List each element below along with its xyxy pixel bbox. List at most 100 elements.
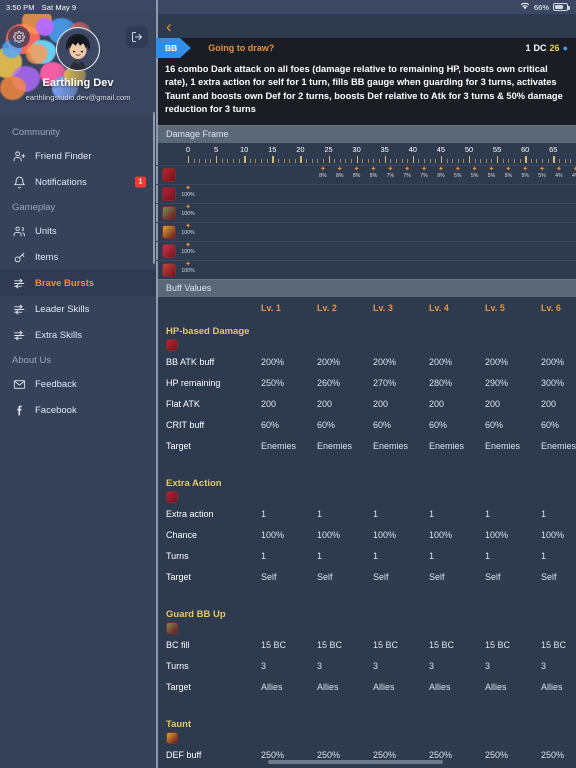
hit-percent: 7%: [420, 172, 428, 179]
damage-hit: ✦ 7%: [420, 166, 428, 180]
buff-row-value: 1: [373, 550, 379, 561]
hit-percent: 8%: [369, 172, 378, 179]
buff-row-value: 100%: [373, 529, 397, 540]
top-toolbar: ‹: [156, 14, 576, 38]
buff-row-value: 3: [485, 660, 491, 671]
ruler-label: 0: [185, 144, 191, 154]
sidebar-item-feedback[interactable]: Feedback: [0, 371, 156, 397]
chevron-left-icon[interactable]: ‹: [166, 18, 172, 35]
buff-row: Turns 3 3 3 3 3 3: [156, 657, 576, 678]
buff-row-value: Self: [541, 571, 557, 582]
droplet-icon: ●: [562, 43, 568, 53]
extra-action-icon: [166, 490, 178, 503]
damage-hit: ✦ 8%: [319, 166, 327, 180]
main-content: 66% ‹ BB Going to draw? 1 DC 26 ● 16 com…: [156, 0, 576, 768]
sidebar-item-brave-bursts[interactable]: Brave Bursts: [0, 270, 156, 296]
buff-row-value: 1: [541, 550, 547, 561]
buff-row-value: 100%: [485, 529, 509, 540]
sidebar-item-units[interactable]: Units: [0, 218, 156, 244]
buff-row-value: Self: [373, 571, 389, 582]
ruler-label: 25: [324, 144, 333, 154]
hit-percent: 5%: [487, 172, 496, 179]
sidebar-item-leader-skills[interactable]: Leader Skills: [0, 296, 156, 322]
hit-percent: 5%: [470, 172, 479, 179]
sidebar-section-title: Gameplay: [12, 202, 56, 213]
envelope-icon: [12, 377, 26, 391]
horizontal-scrollbar[interactable]: [268, 760, 443, 764]
buff-row-value: 250%: [541, 749, 565, 760]
buff-row-label: Chance: [166, 529, 198, 540]
sidebar-item-facebook[interactable]: Facebook: [0, 397, 156, 423]
hit-percent: 9%: [437, 172, 445, 179]
buff-row-value: Enemies: [541, 440, 576, 451]
buff-row-value: 250%: [429, 749, 453, 760]
buff-row-value: Self: [429, 571, 445, 582]
buff-row-value: 270%: [373, 377, 397, 388]
sidebar-item-notifications[interactable]: Notifications 1: [0, 169, 156, 195]
sidebar-scrollbar[interactable]: [152, 112, 155, 264]
hit-percent: 100%: [181, 267, 195, 274]
hit-percent: 8%: [319, 172, 327, 179]
buff-group-title: Guard BB Up: [166, 608, 226, 620]
buff-row-value: 300%: [541, 377, 565, 388]
ruler-label: 20: [296, 144, 305, 154]
buff-row-value: 200%: [373, 356, 397, 367]
battery-icon: [553, 3, 570, 11]
app-root: 3:50 PM Sat May 9 Earthling Dev earthlin…: [0, 0, 576, 768]
damage-hit: ✦ 5%: [538, 166, 546, 180]
buff-row-value: 200: [485, 398, 501, 409]
gear-icon[interactable]: [8, 26, 30, 48]
buff-row-value: 15 BC: [429, 639, 455, 650]
damage-hit: ✦ 5%: [505, 166, 513, 180]
burst-icon: [12, 276, 26, 290]
sidebar-item-label: Brave Bursts: [35, 277, 95, 289]
level-column-header: Lv. 3: [373, 302, 393, 313]
buff-row: Extra action 1 1 1 1 1 1: [156, 505, 576, 526]
sidebar-item-friend-finder[interactable]: Friend Finder: [0, 143, 156, 169]
buff-row-value: 15 BC: [485, 639, 511, 650]
avatar[interactable]: [56, 27, 100, 71]
buff-row-value: 1: [261, 550, 267, 561]
notification-badge: 1: [135, 176, 146, 188]
damage-hit: ✦ 8%: [336, 166, 344, 180]
buff-row: CRIT buff 60% 60% 60% 60% 60% 60%: [156, 416, 576, 437]
damage-hit: ✦ 7%: [403, 166, 411, 180]
buff-row-value: 200: [541, 398, 557, 409]
buff-row-value: 1: [485, 508, 491, 519]
sidebar-item-extra-skills[interactable]: Extra Skills: [0, 322, 156, 348]
buff-row-label: Extra action: [166, 508, 214, 519]
hit-percent: 7%: [386, 172, 395, 179]
damage-frame-title: Damage Frame: [166, 129, 229, 140]
sidebar-item-items[interactable]: Items: [0, 244, 156, 270]
buff-row: Turns 1 1 1 1 1 1: [156, 547, 576, 568]
buff-row-label: HP remaining: [166, 377, 221, 388]
buff-row-value: Self: [317, 571, 333, 582]
bc-cost: 26: [549, 43, 560, 53]
buff-row: BB ATK buff 200% 200% 200% 200% 200% 200%: [156, 353, 576, 374]
logout-icon[interactable]: [126, 26, 148, 48]
buff-row-value: 60%: [429, 419, 448, 430]
buff-row-label: DEF buff: [166, 749, 202, 760]
skill-name: Going to draw?: [208, 43, 275, 53]
buff-row-value: 60%: [317, 419, 336, 430]
taunt-icon: [162, 225, 176, 240]
bell-icon: [12, 175, 26, 189]
damage-frame-row: ✦ 100%: [156, 202, 576, 222]
hit-percent: 100%: [181, 229, 195, 236]
sidebar-section-title: About Us: [12, 355, 52, 366]
status-time: 3:50 PM: [6, 2, 35, 12]
hit-percent: 100%: [181, 191, 195, 198]
dc-label: DC: [533, 43, 547, 53]
skill-description: 16 combo Dark attack on all foes (damage…: [156, 58, 576, 125]
skill-cost-group: 1 DC 26 ●: [526, 38, 568, 58]
damage-hit: ✦ 5%: [487, 166, 496, 180]
skill-title-bar: BB Going to draw? 1 DC 26 ●: [156, 38, 576, 58]
buff-row-label: Target: [166, 571, 192, 582]
sidebar-item-label: Facebook: [35, 404, 77, 416]
ruler-label: 40: [408, 144, 417, 154]
buff-row-value: Enemies: [373, 440, 409, 451]
ruler-label: 45: [436, 144, 446, 154]
buff-row: HP remaining 250% 260% 270% 280% 290% 300%: [156, 374, 576, 395]
level-column-header: Lv. 5: [485, 302, 505, 313]
damage-hit: ✦4%: [555, 166, 563, 180]
